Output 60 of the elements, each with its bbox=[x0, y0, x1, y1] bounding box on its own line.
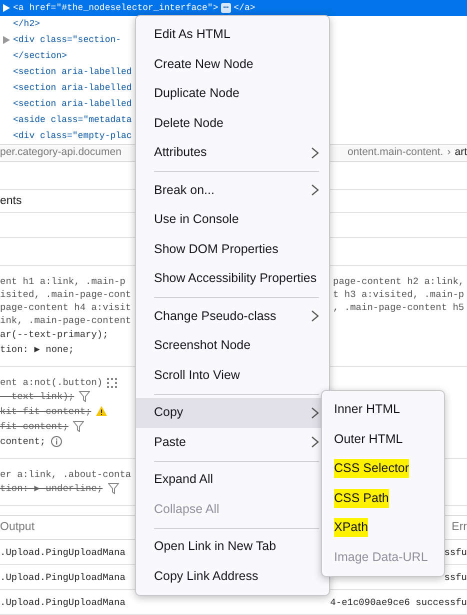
menu-item[interactable]: Edit As HTML bbox=[136, 20, 329, 50]
selector-text: ent a:not(.button) bbox=[0, 376, 103, 389]
markup-line[interactable]: <section aria-labelled bbox=[13, 64, 132, 80]
selector-text: ent h1 a:link, .main-p bbox=[0, 275, 126, 288]
css-declaration: content; bbox=[0, 435, 46, 449]
markup-line[interactable]: <section aria-labelled bbox=[13, 96, 132, 112]
css-declaration: fit content; bbox=[0, 420, 68, 434]
chevron-right-icon bbox=[311, 436, 319, 448]
selector-text: t h3 a:visited, .main-p bbox=[333, 288, 466, 301]
log-message: ssfu bbox=[444, 546, 467, 560]
menu-item[interactable]: Screenshot Node bbox=[136, 331, 329, 360]
selector-text: ink, .main-page-content bbox=[0, 314, 132, 327]
menu-item[interactable]: Duplicate Node bbox=[136, 79, 329, 108]
log-message: .Upload.PingUploadMana bbox=[0, 546, 126, 560]
markup-line[interactable]: <div class="empty-plac bbox=[13, 128, 132, 144]
console-tab[interactable]: Output bbox=[0, 518, 35, 536]
chevron-right-icon bbox=[311, 184, 319, 196]
menu-item[interactable]: Scroll Into View bbox=[136, 360, 329, 390]
selector-text: isited, .main-page-cont bbox=[0, 288, 132, 301]
markup-line[interactable]: <div class="section- bbox=[13, 32, 122, 48]
menu-item[interactable]: Break on... bbox=[136, 176, 329, 205]
console-tab[interactable]: Err bbox=[452, 518, 467, 536]
breadcrumb-item[interactable]: per.category-api.documen bbox=[0, 145, 122, 161]
menu-item[interactable]: Create New Node bbox=[136, 50, 329, 79]
markup-line[interactable]: </h2> bbox=[13, 16, 40, 32]
menu-item[interactable]: Delete Node bbox=[136, 108, 329, 138]
expand-icon bbox=[3, 36, 10, 44]
menu-item[interactable]: Show Accessibility Properties bbox=[136, 264, 329, 294]
css-declaration: tion: ▶ none; bbox=[0, 343, 74, 357]
css-declaration: --text-link); bbox=[0, 390, 74, 404]
markup-line[interactable]: </section> bbox=[13, 48, 68, 64]
menu-item[interactable]: Use in Console bbox=[136, 205, 329, 234]
chevron-right-icon bbox=[311, 406, 319, 419]
expand-icon bbox=[3, 4, 10, 12]
selector-text: , .main-page-content h5 bbox=[333, 301, 466, 314]
chevron-right-icon bbox=[311, 310, 319, 322]
markup-line[interactable]: <a href="#the_nodeselector_interface"> bbox=[13, 0, 218, 16]
markup-line[interactable]: <aside class="metadata bbox=[13, 112, 132, 128]
selector-text: er a:link, .about-conta bbox=[0, 468, 132, 481]
breadcrumb-item[interactable]: ontent.main-content. bbox=[348, 145, 444, 161]
log-message: .Upload.PingUploadMana bbox=[0, 571, 126, 585]
breadcrumb-separator: › bbox=[447, 145, 451, 160]
markup-line[interactable]: <section aria-labelled bbox=[13, 80, 132, 96]
log-message: ssfu bbox=[444, 571, 467, 585]
markup-line[interactable]: </a> bbox=[234, 0, 256, 16]
selected-row[interactable]: <a href="#the_nodeselector_interface"> ⋯ </a> bbox=[0, 0, 467, 16]
menu-item[interactable]: Attributes bbox=[136, 138, 329, 168]
selector-text: page-content h2 a:link, bbox=[333, 275, 466, 288]
css-declaration: tion: ▶ underline; bbox=[0, 482, 103, 496]
css-declaration: ar(--text-primary); bbox=[0, 328, 108, 342]
menu-item[interactable]: Change Pseudo-class bbox=[136, 302, 329, 331]
collapsed-badge[interactable]: ⋯ bbox=[221, 3, 231, 13]
chevron-right-icon bbox=[311, 146, 319, 159]
log-message: 4-e1c090ae9ce6 successfu bbox=[330, 596, 467, 610]
log-message: .Upload.PingUploadMana bbox=[0, 596, 126, 610]
selector-text: page-content h4 a:visit bbox=[0, 301, 132, 314]
menu-item[interactable]: Show DOM Properties bbox=[136, 234, 329, 264]
css-declaration: kit fit content; bbox=[0, 405, 92, 419]
panel-tab[interactable]: ents bbox=[0, 195, 22, 207]
breadcrumb-item[interactable]: art bbox=[454, 145, 467, 161]
